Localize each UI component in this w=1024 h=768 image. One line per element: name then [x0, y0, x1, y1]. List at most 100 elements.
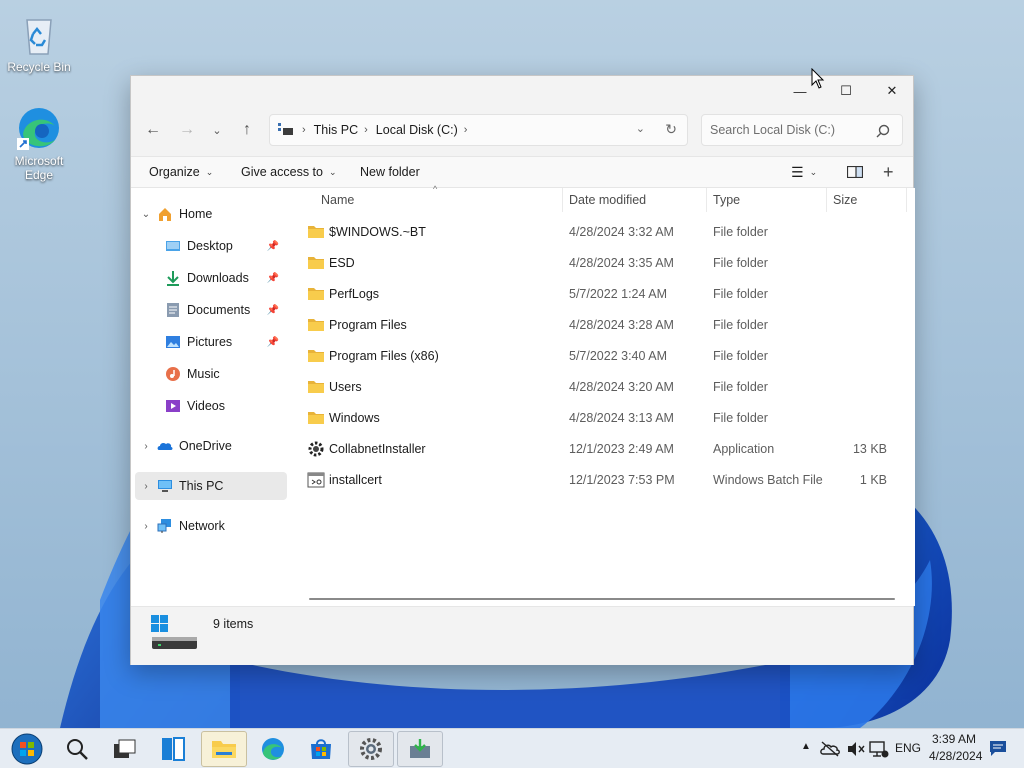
- up-button[interactable]: ↑: [233, 116, 261, 144]
- documents-icon: [167, 303, 179, 317]
- organize-button[interactable]: Organize ⌄: [149, 157, 213, 187]
- maximize-button[interactable]: ☐: [823, 76, 869, 106]
- start-button[interactable]: [4, 731, 50, 767]
- recycle-bin-label: Recycle Bin: [7, 60, 71, 74]
- clock-date[interactable]: 4/28/2024: [929, 749, 982, 763]
- network-status-icon[interactable]: [869, 739, 889, 759]
- more-button[interactable]: +: [883, 157, 894, 187]
- file-row[interactable]: Users 4/28/2024 3:20 AM File folder: [303, 371, 903, 402]
- file-size: 1 KB: [859, 472, 887, 487]
- file-type: File folder: [713, 286, 768, 301]
- edge-icon: [17, 108, 59, 150]
- nav-item-downloads[interactable]: Downloads 📌: [135, 264, 287, 292]
- file-row[interactable]: $WINDOWS.~BT 4/28/2024 3:32 AM File folder: [303, 216, 903, 247]
- file-row[interactable]: Program Files (x86) 5/7/2022 3:40 AM File …: [303, 340, 903, 371]
- file-date-modified: 12/1/2023 7:53 PM: [569, 472, 675, 487]
- nav-item-label: Desktop: [187, 239, 233, 253]
- new-folder-button[interactable]: New folder: [360, 157, 420, 187]
- nav-item-home[interactable]: ⌄ Home: [135, 200, 287, 228]
- file-date-modified: 4/28/2024 3:28 AM: [569, 317, 674, 332]
- clock-time[interactable]: 3:39 AM: [932, 732, 976, 746]
- pin-icon: 📌: [266, 304, 279, 316]
- nav-item-network[interactable]: › Network: [135, 512, 287, 540]
- file-name: Program Files: [329, 317, 407, 332]
- taskbar-settings[interactable]: [348, 731, 394, 767]
- show-hidden-icons-button[interactable]: ▲: [801, 741, 811, 752]
- file-row[interactable]: Windows 4/28/2024 3:13 AM File folder: [303, 402, 903, 433]
- file-name: Windows: [329, 410, 380, 425]
- taskbar-edge[interactable]: [250, 731, 296, 767]
- nav-item-label: This PC: [179, 479, 224, 493]
- horizontal-scrollbar[interactable]: [309, 598, 895, 600]
- close-button[interactable]: ✕: [869, 76, 915, 106]
- pin-icon: 📌: [266, 336, 279, 348]
- recent-locations-button[interactable]: ⌄: [203, 116, 231, 144]
- onedrive-offline-icon[interactable]: [820, 740, 840, 758]
- taskbar-store[interactable]: [298, 731, 344, 767]
- file-name: Users: [329, 379, 362, 394]
- file-size: 13 KB: [852, 441, 887, 456]
- file-type: Application: [713, 441, 775, 456]
- back-button[interactable]: ←: [139, 116, 167, 144]
- task-view-button[interactable]: [102, 731, 148, 767]
- give-access-button[interactable]: Give access to ⌄: [241, 157, 337, 187]
- breadcrumb-local-disk[interactable]: Local Disk (C:): [376, 123, 458, 137]
- file-name: PerfLogs: [329, 286, 380, 301]
- search-input[interactable]: Search Local Disk (C:): [701, 114, 903, 146]
- home-icon: [159, 208, 171, 221]
- folder-icon: [307, 402, 325, 433]
- file-row[interactable]: CollabnetInstaller 12/1/2023 2:49 AM Appli…: [303, 433, 903, 464]
- nav-item-this-pc[interactable]: › This PC: [135, 472, 287, 500]
- desktop-icon: [166, 241, 180, 251]
- address-dropdown-icon[interactable]: ⌄: [636, 122, 645, 135]
- back-arrow-icon: ←: [145, 121, 161, 138]
- preview-pane-button[interactable]: [847, 157, 863, 187]
- file-name: installcert: [329, 472, 382, 487]
- file-row[interactable]: ESD 4/28/2024 3:35 AM File folder: [303, 247, 903, 278]
- file-date-modified: 4/28/2024 3:13 AM: [569, 410, 674, 425]
- volume-muted-icon[interactable]: [846, 740, 866, 758]
- close-icon: ✕: [886, 83, 898, 98]
- nav-item-pictures[interactable]: Pictures 📌: [135, 328, 287, 356]
- column-header-date-modified[interactable]: Date modified: [561, 188, 707, 212]
- taskbar: ▲ ENG 3:39 AM 4/28/2024: [0, 728, 1024, 768]
- file-row[interactable]: PerfLogs 5/7/2022 1:24 AM File folder: [303, 278, 903, 309]
- pin-icon: 📌: [266, 240, 279, 252]
- item-count: 9 items: [213, 617, 254, 631]
- taskbar-file-explorer[interactable]: [201, 731, 247, 767]
- folder-icon: [307, 247, 325, 278]
- breadcrumb-this-pc[interactable]: This PC: [314, 123, 358, 137]
- edge-desktop-icon[interactable]: Microsoft Edge: [2, 104, 76, 182]
- file-date-modified: 12/1/2023 2:49 AM: [569, 441, 674, 456]
- recycle-bin-desktop-icon[interactable]: Recycle Bin: [2, 10, 76, 74]
- chevron-down-icon: ⌄: [809, 166, 818, 177]
- file-type: File folder: [713, 379, 768, 394]
- language-indicator[interactable]: ENG: [895, 741, 921, 755]
- file-row[interactable]: installcert 12/1/2023 7:53 PM Windows Batc…: [303, 464, 903, 495]
- folder-icon: [307, 278, 325, 309]
- nav-item-music[interactable]: Music: [135, 360, 287, 388]
- column-header-type[interactable]: Type: [705, 188, 827, 212]
- refresh-icon[interactable]: ↻: [665, 121, 677, 138]
- view-options-button[interactable]: ☰ ⌄: [791, 157, 817, 187]
- taskbar-search-button[interactable]: [54, 731, 100, 767]
- this-pc-small-icon: [278, 123, 293, 135]
- nav-item-documents[interactable]: Documents 📌: [135, 296, 287, 324]
- title-bar[interactable]: — ☐ ✕: [131, 76, 913, 106]
- file-row[interactable]: Program Files 4/28/2024 3:28 AM File folde…: [303, 309, 903, 340]
- nav-item-desktop[interactable]: Desktop 📌: [135, 232, 287, 260]
- column-header-size[interactable]: Size: [825, 188, 907, 212]
- notifications-icon[interactable]: [989, 740, 1007, 758]
- widgets-button[interactable]: [150, 731, 196, 767]
- forward-button[interactable]: →: [173, 116, 201, 144]
- taskbar-installer-app[interactable]: [397, 731, 443, 767]
- file-type: File folder: [713, 410, 768, 425]
- file-type: File folder: [713, 255, 768, 270]
- nav-item-onedrive[interactable]: › OneDrive: [135, 432, 287, 460]
- nav-item-videos[interactable]: Videos: [135, 392, 287, 420]
- address-box[interactable]: › This PC › Local Disk (C:) › ⌄ ↻: [269, 114, 688, 146]
- column-label: Date modified: [569, 193, 647, 207]
- column-header-name[interactable]: Name ^: [313, 184, 563, 212]
- breadcrumb-separator-icon: ›: [463, 124, 468, 136]
- file-explorer-window: — ☐ ✕ ← → ⌄ ↑ › This PC › Local Disk (C:…: [130, 75, 915, 665]
